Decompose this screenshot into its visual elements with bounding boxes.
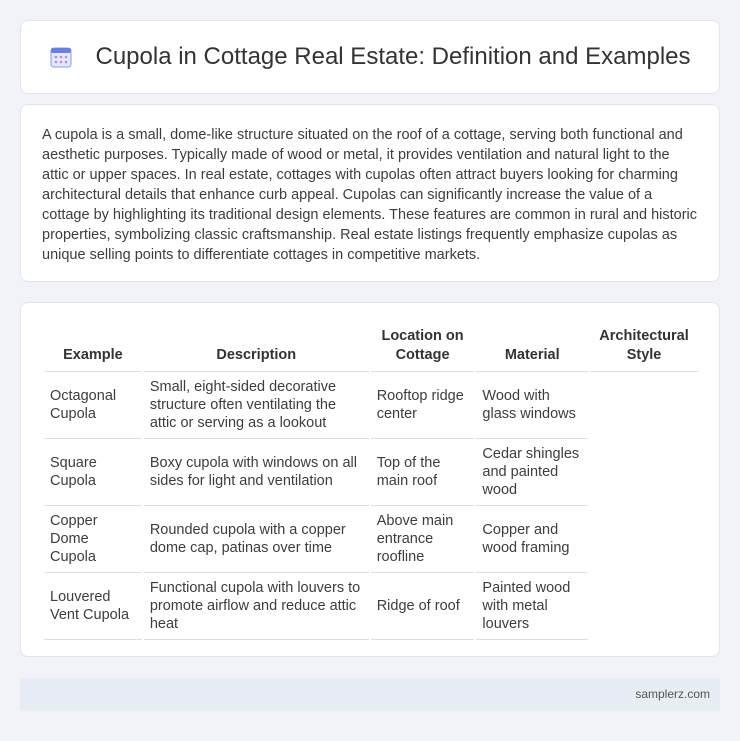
cell-style: [590, 506, 698, 573]
intro-card: A cupola is a small, dome-like structure…: [20, 104, 720, 282]
cell-example: Louvered Vent Cupola: [44, 573, 142, 640]
cell-material: Cedar shingles and painted wood: [476, 439, 589, 506]
page-title: Cupola in Cottage Real Estate: Definitio…: [95, 43, 691, 70]
column-header-description: Description: [143, 323, 369, 372]
cell-material: Wood with glass windows: [476, 372, 589, 439]
title-card: Cupola in Cottage Real Estate: Definitio…: [20, 20, 720, 94]
examples-table: Example Description Location on Cottage …: [42, 323, 700, 640]
intro-paragraph: A cupola is a small, dome-like structure…: [42, 127, 698, 263]
column-header-style: Architectural Style: [590, 323, 698, 372]
title-wrap: Cupola in Cottage Real Estate: Definitio…: [49, 43, 691, 71]
cell-material: Painted wood with metal louvers: [476, 573, 589, 640]
cell-style: [590, 372, 698, 439]
cell-material: Copper and wood framing: [476, 506, 589, 573]
cell-location: Top of the main roof: [370, 439, 475, 506]
footer-site-link[interactable]: samplerz.com: [635, 687, 710, 701]
table-header-row: Example Description Location on Cottage …: [44, 323, 698, 372]
table-row: Octagonal Cupola Small, eight-sided deco…: [44, 372, 698, 439]
column-header-location: Location on Cottage: [370, 323, 475, 372]
cell-description: Boxy cupola with windows on all sides fo…: [143, 439, 369, 506]
table-card: Example Description Location on Cottage …: [20, 302, 720, 657]
table-row: Square Cupola Boxy cupola with windows o…: [44, 439, 698, 506]
cell-style: [590, 439, 698, 506]
calendar-icon: [49, 45, 73, 69]
table-row: Copper Dome Cupola Rounded cupola with a…: [44, 506, 698, 573]
cell-style: [590, 573, 698, 640]
cell-description: Functional cupola with louvers to promot…: [143, 573, 369, 640]
cell-description: Small, eight-sided decorative structure …: [143, 372, 369, 439]
cell-location: Ridge of roof: [370, 573, 475, 640]
cell-description: Rounded cupola with a copper dome cap, p…: [143, 506, 369, 573]
cell-location: Above main entrance roofline: [370, 506, 475, 573]
footer-bar: samplerz.com: [20, 678, 720, 711]
table-row: Louvered Vent Cupola Functional cupola w…: [44, 573, 698, 640]
cell-example: Square Cupola: [44, 439, 142, 506]
column-header-material: Material: [476, 323, 589, 372]
cell-location: Rooftop ridge center: [370, 372, 475, 439]
cell-example: Octagonal Cupola: [44, 372, 142, 439]
cell-example: Copper Dome Cupola: [44, 506, 142, 573]
column-header-example: Example: [44, 323, 142, 372]
